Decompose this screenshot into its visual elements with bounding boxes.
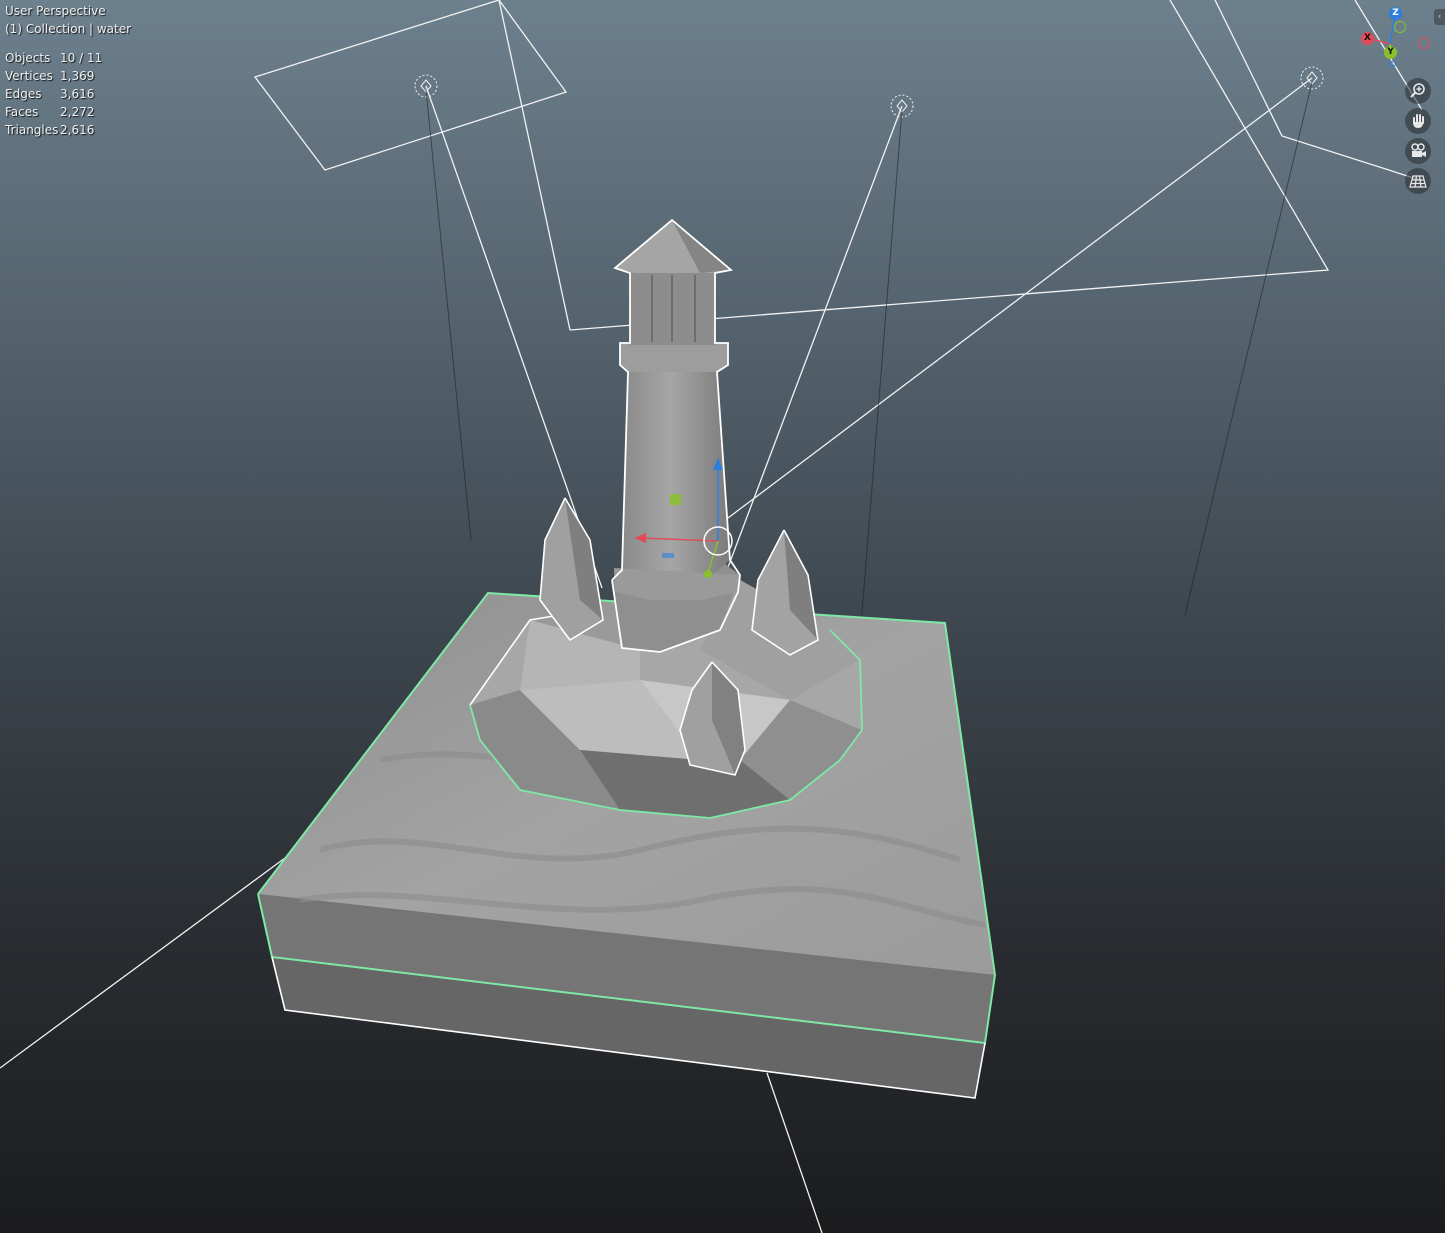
navigation-axis-gizmo[interactable]: Z X Y bbox=[1352, 4, 1432, 70]
axis-z-button[interactable]: Z bbox=[1389, 7, 1402, 20]
stat-row-objects: Objects 10 / 11 bbox=[5, 51, 102, 69]
scene-canvas[interactable] bbox=[0, 0, 1445, 1233]
lighthouse bbox=[611, 218, 741, 653]
stat-row-vertices: Vertices 1,369 bbox=[5, 69, 102, 87]
stat-label: Edges bbox=[5, 87, 42, 101]
stat-label: Triangles bbox=[5, 123, 59, 137]
stat-label: Objects bbox=[5, 51, 51, 65]
hand-pan-icon bbox=[1413, 114, 1424, 128]
axis-neg-z-button[interactable] bbox=[1388, 61, 1396, 67]
active-collection-label: (1) Collection | water bbox=[5, 22, 132, 36]
ortho-toggle-button[interactable] bbox=[1405, 168, 1431, 194]
stat-row-edges: Edges 3,616 bbox=[5, 87, 102, 105]
stat-value: 1,369 bbox=[60, 69, 95, 83]
view-title: User Perspective bbox=[5, 4, 106, 18]
axis-x-button[interactable]: X bbox=[1361, 32, 1374, 45]
scene-statistics: Objects 10 / 11 Vertices 1,369 Edges 3,6… bbox=[5, 51, 102, 141]
axis-y-button[interactable]: Y bbox=[1384, 46, 1397, 59]
light-wires bbox=[253, 0, 1423, 669]
zoom-button[interactable] bbox=[1405, 78, 1431, 104]
stat-value: 2,272 bbox=[60, 105, 95, 119]
zoom-icon bbox=[1410, 83, 1425, 98]
axis-x-label: X bbox=[1364, 33, 1371, 43]
camera-icon bbox=[1411, 143, 1426, 157]
axis-neg-y-button[interactable] bbox=[1394, 21, 1406, 33]
3d-viewport[interactable]: User Perspective (1) Collection | water … bbox=[0, 0, 1445, 1233]
sidebar-toggle-tab[interactable]: ‹ bbox=[1434, 9, 1445, 25]
axis-y-label: Y bbox=[1387, 47, 1394, 57]
stat-label: Faces bbox=[5, 105, 39, 119]
grid-icon bbox=[1409, 175, 1427, 188]
axis-neg-x-button[interactable] bbox=[1418, 37, 1430, 49]
axis-z-label: Z bbox=[1392, 8, 1399, 18]
pan-button[interactable] bbox=[1405, 108, 1431, 134]
stat-row-faces: Faces 2,272 bbox=[5, 105, 102, 123]
chevron-left-icon: ‹ bbox=[1437, 12, 1442, 22]
camera-view-button[interactable] bbox=[1405, 138, 1431, 164]
stat-row-triangles: Triangles 2,616 bbox=[5, 123, 102, 141]
stat-value: 2,616 bbox=[60, 123, 95, 137]
stat-value: 3,616 bbox=[60, 87, 95, 101]
light-dashed-circles bbox=[414, 66, 1324, 118]
stat-value: 10 / 11 bbox=[60, 51, 103, 65]
stat-label: Vertices bbox=[5, 69, 53, 83]
